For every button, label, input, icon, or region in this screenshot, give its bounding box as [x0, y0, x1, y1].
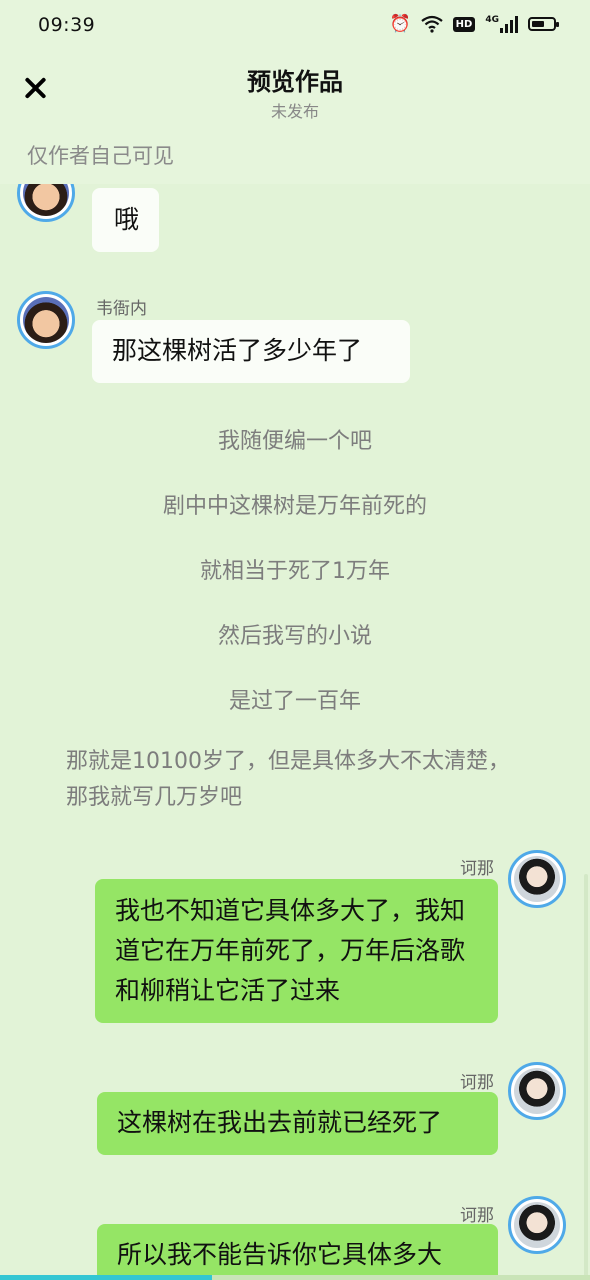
visibility-note: 仅作者自己可见 [0, 130, 590, 184]
status-icons: ⏰ HD 4G [389, 14, 559, 34]
status-time: 09:39 [38, 14, 96, 36]
avatar[interactable] [508, 1196, 566, 1254]
sender-name: 韦衙内 [96, 299, 147, 319]
page-title: 预览作品 [247, 68, 343, 96]
narration-line: 是过了一百年 [228, 689, 361, 714]
status-bar: 09:39 ⏰ HD 4G [0, 0, 590, 52]
avatar[interactable] [17, 184, 75, 222]
message-bubble-left[interactable]: 那这棵树活了多少年了 [92, 320, 410, 383]
sender-name: 诃那 [460, 1206, 494, 1226]
narration-line: 然后我写的小说 [217, 624, 372, 649]
alarm-clock-icon: ⏰ [389, 14, 411, 34]
avatar[interactable] [17, 291, 75, 349]
message-bubble-right[interactable]: 这棵树在我出去前就已经死了 [97, 1092, 498, 1155]
message-bubble-left[interactable]: 哦 [92, 188, 159, 252]
reading-progress-fill [0, 1275, 213, 1280]
narration-line: 就相当于死了1万年 [200, 559, 390, 584]
publish-status: 未发布 [270, 102, 319, 121]
reading-progress-bar [0, 1275, 590, 1280]
battery-icon [528, 17, 559, 31]
wifi-icon [420, 15, 443, 33]
message-bubble-right[interactable]: 所以我不能告诉你它具体多大 [97, 1224, 498, 1280]
narration-paragraph: 那就是10100岁了，但是具体多大不太清楚，那我就写几万岁吧 [66, 749, 510, 810]
sender-name: 诃那 [460, 859, 494, 879]
avatar[interactable] [508, 850, 566, 908]
sender-name: 诃那 [460, 1073, 494, 1093]
chat-area[interactable]: 哦 韦衙内 那这棵树活了多少年了 我随便编一个吧 剧中中这棵树是万年前死的 就相… [0, 184, 590, 1280]
message-bubble-right[interactable]: 我也不知道它具体多大了，我知道它在万年前死了，万年后洛歌和柳稍让它活了过来 [95, 879, 498, 1023]
signal-bars-icon [500, 15, 518, 33]
scrollbar[interactable] [584, 874, 588, 1280]
header: 预览作品 未发布 [0, 52, 590, 130]
avatar[interactable] [508, 1062, 566, 1120]
narration-line: 剧中中这棵树是万年前死的 [162, 494, 427, 519]
network-type: 4G [485, 15, 518, 33]
hd-badge: HD [452, 16, 476, 32]
narration-line: 我随便编一个吧 [217, 429, 372, 454]
